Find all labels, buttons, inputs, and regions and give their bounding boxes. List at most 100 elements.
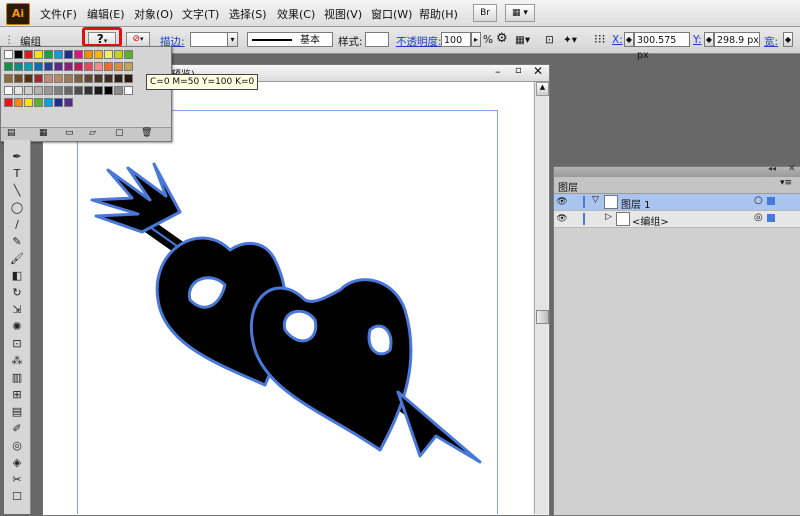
color-swatch[interactable] [44, 62, 53, 71]
color-swatch[interactable] [114, 86, 123, 95]
show-swatch-kinds-icon[interactable]: ▦ [39, 128, 48, 138]
color-swatch[interactable] [24, 86, 33, 95]
color-swatch[interactable] [64, 98, 73, 107]
opacity-label[interactable]: 不透明度: [396, 34, 442, 49]
heart-arrow-artwork[interactable] [80, 160, 500, 470]
eraser-icon[interactable]: ◧ [4, 267, 30, 284]
color-swatch[interactable] [4, 86, 13, 95]
color-swatch[interactable] [14, 50, 23, 59]
eyedropper-icon[interactable]: ✐ [4, 420, 30, 437]
menu-file[interactable]: 文件(F) [40, 6, 77, 22]
width-stepper[interactable]: ◆ [783, 32, 793, 47]
color-swatch[interactable] [104, 86, 113, 95]
ellipse-icon[interactable]: ◯ [4, 199, 30, 216]
color-swatch[interactable] [74, 50, 83, 59]
color-swatch[interactable] [124, 50, 133, 59]
color-swatch[interactable] [4, 98, 13, 107]
color-swatch[interactable] [54, 50, 63, 59]
graph-icon[interactable]: ▥ [4, 369, 30, 386]
color-swatch[interactable] [54, 62, 63, 71]
color-swatch[interactable] [34, 86, 43, 95]
color-swatch[interactable] [24, 98, 33, 107]
collapse-panel-icon[interactable]: ◂◂ [768, 164, 776, 173]
width-label[interactable]: 宽: [764, 34, 778, 49]
color-swatch[interactable] [84, 86, 93, 95]
color-swatch[interactable] [4, 50, 13, 59]
color-swatch[interactable] [94, 86, 103, 95]
color-swatch[interactable] [114, 62, 123, 71]
gradient-icon[interactable]: ▤ [4, 403, 30, 420]
blend-icon[interactable]: ◎ [4, 437, 30, 454]
color-swatch[interactable] [4, 62, 13, 71]
group-name[interactable]: <编组> [632, 213, 669, 228]
blob-brush-icon[interactable]: 🖌 [4, 250, 30, 267]
recolor-artwork-icon[interactable]: ⚙ [496, 31, 508, 46]
color-swatch[interactable] [34, 98, 43, 107]
color-swatch[interactable] [64, 86, 73, 95]
rotate-icon[interactable]: ↻ [4, 284, 30, 301]
artboard-icon[interactable]: ☐ [4, 488, 30, 505]
transform-icon[interactable]: ✦▾ [563, 34, 577, 46]
y-stepper[interactable]: ◆ [704, 32, 714, 47]
color-swatch[interactable] [74, 62, 83, 71]
menu-type[interactable]: 文字(T) [182, 6, 219, 22]
scale-icon[interactable]: ⇲ [4, 301, 30, 318]
new-swatch-icon[interactable]: ▢ [115, 128, 124, 138]
menu-edit[interactable]: 编辑(E) [87, 6, 125, 22]
color-swatch[interactable] [24, 74, 33, 83]
arrange-documents-button[interactable]: ▦ ▾ [505, 4, 535, 22]
layer-name[interactable]: 图层 1 [621, 196, 651, 211]
color-swatch[interactable] [14, 86, 23, 95]
color-swatch[interactable] [84, 74, 93, 83]
close-panel-icon[interactable]: ✕ [788, 164, 796, 174]
stroke-profile-select[interactable]: 基本 [247, 32, 333, 47]
color-swatch[interactable] [54, 74, 63, 83]
color-swatch[interactable] [4, 74, 13, 83]
color-swatch[interactable] [124, 86, 133, 95]
menu-help[interactable]: 帮助(H) [419, 6, 458, 22]
color-swatch[interactable] [44, 50, 53, 59]
swatch-options-icon[interactable]: ▭ [65, 128, 74, 138]
y-input[interactable]: 298.9 px [714, 32, 760, 47]
x-stepper[interactable]: ◆ [624, 32, 634, 47]
opacity-dropdown[interactable]: ▸ [471, 32, 481, 47]
layer-row[interactable]: 👁 ▷ <编组> ◎ [554, 211, 800, 228]
color-swatch[interactable] [94, 50, 103, 59]
x-label[interactable]: X: [612, 34, 623, 46]
symbol-sprayer-icon[interactable]: ⁂ [4, 352, 30, 369]
color-swatch[interactable] [74, 74, 83, 83]
menu-effect[interactable]: 效果(C) [277, 6, 315, 22]
selected-art-indicator[interactable] [767, 214, 775, 222]
color-swatch[interactable] [64, 62, 73, 71]
color-swatch[interactable] [114, 74, 123, 83]
free-transform-icon[interactable]: ⊡ [4, 335, 30, 352]
color-swatch[interactable] [64, 50, 73, 59]
brush-icon[interactable]: / [4, 216, 30, 233]
expand-triangle-icon[interactable]: ▷ [605, 212, 612, 222]
reference-point-icon[interactable]: ⁝⁝⁝ [594, 32, 605, 46]
visibility-eye-icon[interactable]: 👁 [556, 196, 568, 208]
color-swatch[interactable] [24, 50, 33, 59]
stroke-color-button[interactable]: ⊘▾ [126, 32, 150, 47]
opacity-input[interactable]: 100 [441, 32, 471, 47]
bridge-button[interactable]: Br [473, 4, 497, 22]
color-swatch[interactable] [94, 62, 103, 71]
menu-select[interactable]: 选择(S) [229, 6, 267, 22]
line-icon[interactable]: ╲ [4, 182, 30, 199]
color-swatch[interactable] [34, 74, 43, 83]
color-swatch[interactable] [44, 86, 53, 95]
slice-icon[interactable]: ✂ [4, 471, 30, 488]
color-swatch[interactable] [34, 50, 43, 59]
scroll-up-arrow[interactable]: ▲ [536, 82, 549, 96]
maximize-icon[interactable]: ▫ [515, 65, 522, 76]
color-swatch[interactable] [124, 74, 133, 83]
pencil-icon[interactable]: ✎ [4, 233, 30, 250]
color-swatch[interactable] [54, 98, 63, 107]
color-swatch[interactable] [74, 86, 83, 95]
isolate-group-icon[interactable]: ⊡ [545, 34, 554, 46]
swatch-libraries-icon[interactable]: ▤ [7, 128, 16, 138]
selected-art-indicator[interactable] [767, 197, 775, 205]
align-icon[interactable]: ▦▾ [515, 34, 530, 46]
type-icon[interactable]: T [4, 165, 30, 182]
color-swatch[interactable] [44, 98, 53, 107]
